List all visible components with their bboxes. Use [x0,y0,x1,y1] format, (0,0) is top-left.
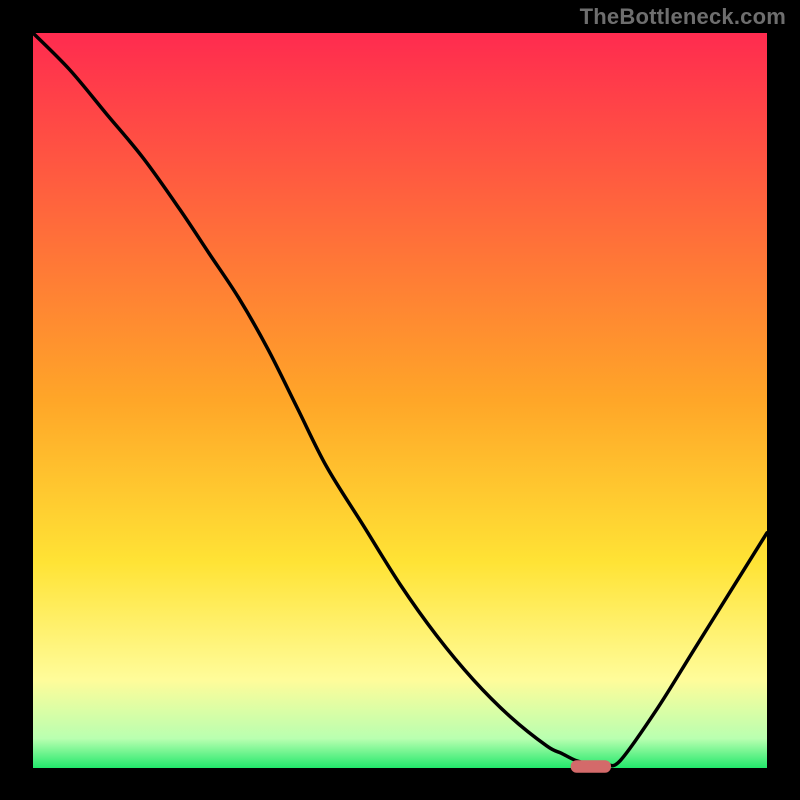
chart-container: TheBottleneck.com [0,0,800,800]
plot-area [33,33,767,768]
valley-marker [571,760,611,772]
chart-svg [0,0,800,800]
